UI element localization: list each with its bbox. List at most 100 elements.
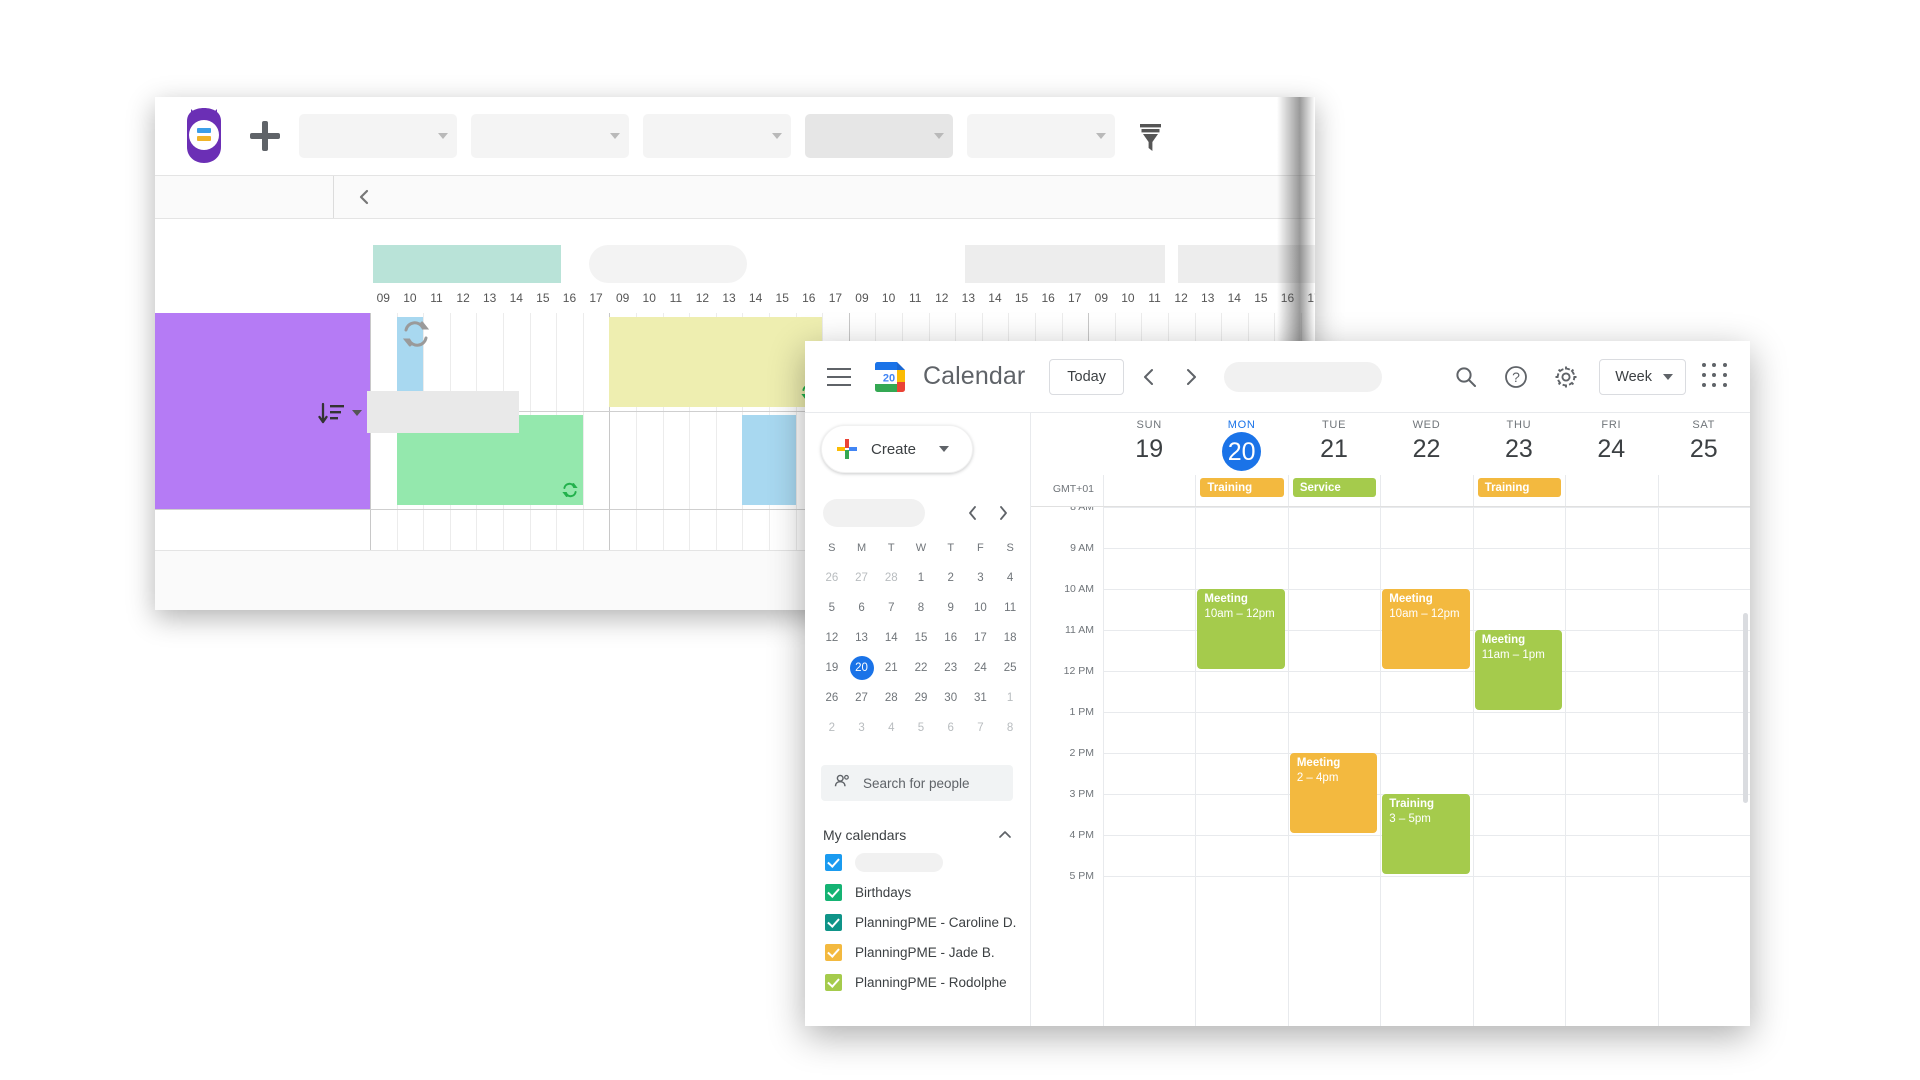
planningpme-task[interactable] <box>609 317 823 407</box>
mini-calendar-day[interactable]: 27 <box>847 563 877 593</box>
mini-calendar-day[interactable]: 2 <box>817 713 847 743</box>
calendar-list-item[interactable]: PlanningPME - Caroline D. <box>825 907 1030 937</box>
calendar-event[interactable]: Meeting 11am – 1pm <box>1474 630 1563 710</box>
mini-calendar-day[interactable]: 17 <box>966 623 996 653</box>
mini-calendar-day[interactable]: 8 <box>906 593 936 623</box>
mini-calendar-day[interactable]: 25 <box>995 653 1025 683</box>
day-header[interactable]: WED 22 <box>1380 413 1472 475</box>
mini-calendar-day[interactable]: 20 <box>847 653 877 683</box>
all-day-event[interactable]: Training <box>1477 478 1562 497</box>
chevron-up-icon[interactable] <box>997 827 1013 843</box>
mini-calendar-day[interactable]: 9 <box>936 593 966 623</box>
prev-week-button[interactable] <box>1132 360 1166 394</box>
mini-calendar-day[interactable]: 4 <box>995 563 1025 593</box>
all-day-cell[interactable]: Training <box>1195 475 1287 506</box>
today-button[interactable]: Today <box>1049 358 1124 395</box>
mini-calendar-day[interactable]: 18 <box>995 623 1025 653</box>
mini-calendar-day[interactable]: 5 <box>817 593 847 623</box>
mini-calendar-day[interactable]: 28 <box>876 563 906 593</box>
mini-calendar-day[interactable]: 19 <box>817 653 847 683</box>
all-day-cell[interactable]: Service <box>1287 475 1380 506</box>
mini-calendar-day[interactable]: 16 <box>936 623 966 653</box>
day-header[interactable]: SUN 19 <box>1103 413 1195 475</box>
planningpme-task[interactable] <box>742 415 796 505</box>
create-button[interactable]: Create <box>821 425 973 473</box>
mini-calendar-day[interactable]: 14 <box>876 623 906 653</box>
funnel-filter-icon[interactable] <box>1129 115 1171 157</box>
calendar-checkbox[interactable] <box>825 913 842 931</box>
day-header[interactable]: TUE 21 <box>1288 413 1380 475</box>
help-circle-icon[interactable]: ? <box>1499 360 1533 394</box>
planningpme-sort-field[interactable] <box>367 391 519 433</box>
all-day-cell[interactable] <box>1103 475 1195 506</box>
all-day-cell[interactable] <box>1657 475 1750 506</box>
mini-calendar-day[interactable]: 4 <box>876 713 906 743</box>
mini-calendar-day[interactable]: 12 <box>817 623 847 653</box>
mini-calendar-day[interactable]: 22 <box>906 653 936 683</box>
mini-calendar-day[interactable]: 13 <box>847 623 877 653</box>
all-day-cell[interactable] <box>1380 475 1472 506</box>
planningpme-dropdown-5[interactable] <box>967 114 1115 158</box>
mini-calendar-day[interactable]: 21 <box>876 653 906 683</box>
mini-calendar-day[interactable]: 28 <box>876 683 906 713</box>
calendar-event[interactable]: Meeting 10am – 12pm <box>1382 589 1470 669</box>
day-header[interactable]: FRI 24 <box>1565 413 1657 475</box>
calendar-event[interactable]: Meeting 2 – 4pm <box>1289 753 1378 833</box>
mini-calendar-day[interactable]: 15 <box>906 623 936 653</box>
mini-next-month-button[interactable] <box>991 501 1015 525</box>
view-select[interactable]: Week <box>1599 358 1686 395</box>
calendar-list-item[interactable]: Birthdays <box>825 877 1030 907</box>
search-people-input[interactable]: Search for people <box>821 765 1013 801</box>
next-week-button[interactable] <box>1174 360 1208 394</box>
calendar-list-item[interactable] <box>825 847 1030 877</box>
mini-calendar-day[interactable]: 7 <box>966 713 996 743</box>
mini-calendar-day[interactable]: 1 <box>906 563 936 593</box>
calendar-checkbox[interactable] <box>825 943 842 961</box>
all-day-cell[interactable] <box>1565 475 1657 506</box>
day-header[interactable]: SAT 25 <box>1658 413 1750 475</box>
mini-calendar-day[interactable]: 31 <box>966 683 996 713</box>
apps-grid-icon[interactable] <box>1702 362 1730 391</box>
hamburger-menu-icon[interactable] <box>827 367 851 386</box>
gear-icon[interactable] <box>1549 360 1583 394</box>
calendar-list-item[interactable]: PlanningPME - Rodolphe <box>825 967 1030 997</box>
calendar-event[interactable]: Training 3 – 5pm <box>1382 794 1470 874</box>
mini-calendar-day[interactable]: 10 <box>966 593 996 623</box>
refresh-sync-icon[interactable] <box>399 317 433 351</box>
mini-calendar-day[interactable]: 8 <box>995 713 1025 743</box>
calendar-checkbox[interactable] <box>825 883 842 901</box>
calendar-event[interactable]: Meeting 10am – 12pm <box>1197 589 1285 669</box>
all-day-cell[interactable]: Training <box>1472 475 1565 506</box>
mini-calendar-day[interactable]: 24 <box>966 653 996 683</box>
mini-calendar-day[interactable]: 6 <box>936 713 966 743</box>
planningpme-dropdown-2[interactable] <box>471 114 629 158</box>
mini-calendar-day[interactable]: 11 <box>995 593 1025 623</box>
mini-calendar-day[interactable]: 7 <box>876 593 906 623</box>
calendar-checkbox[interactable] <box>825 973 842 991</box>
planningpme-dropdown-4[interactable] <box>805 114 953 158</box>
mini-calendar-day[interactable]: 5 <box>906 713 936 743</box>
mini-calendar-day[interactable]: 3 <box>847 713 877 743</box>
calendar-list-item[interactable]: PlanningPME - Jade B. <box>825 937 1030 967</box>
mini-calendar-day[interactable]: 2 <box>936 563 966 593</box>
planningpme-dropdown-3[interactable] <box>643 114 791 158</box>
mini-calendar-day[interactable]: 1 <box>995 683 1025 713</box>
day-header[interactable]: THU 23 <box>1473 413 1565 475</box>
search-icon[interactable] <box>1449 360 1483 394</box>
mini-calendar-day[interactable]: 26 <box>817 563 847 593</box>
mini-calendar-day[interactable]: 29 <box>906 683 936 713</box>
all-day-event[interactable]: Training <box>1200 478 1284 497</box>
mini-calendar-day[interactable]: 6 <box>847 593 877 623</box>
chevron-left-icon[interactable] <box>355 188 373 206</box>
plus-icon[interactable] <box>245 116 285 156</box>
my-calendars-header[interactable]: My calendars <box>823 827 1013 843</box>
mini-prev-month-button[interactable] <box>961 501 985 525</box>
mini-calendar-day[interactable]: 3 <box>966 563 996 593</box>
mini-calendar-day[interactable]: 27 <box>847 683 877 713</box>
all-day-event[interactable]: Service <box>1292 478 1377 497</box>
mini-calendar-day[interactable]: 26 <box>817 683 847 713</box>
day-header[interactable]: MON 20 <box>1195 413 1287 475</box>
calendar-checkbox[interactable] <box>825 853 842 871</box>
mini-calendar-day[interactable]: 23 <box>936 653 966 683</box>
mini-calendar-day[interactable]: 30 <box>936 683 966 713</box>
